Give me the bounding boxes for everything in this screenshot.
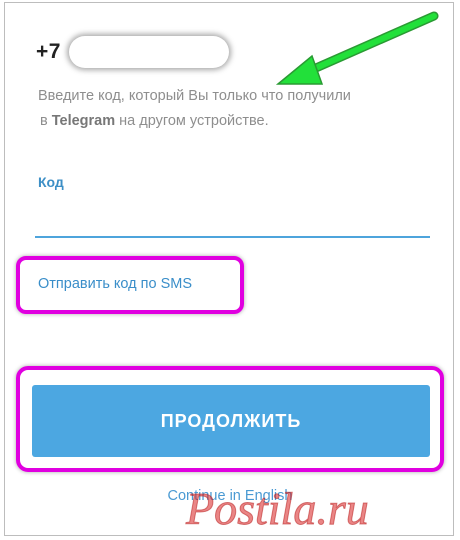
continue-button[interactable]: ПРОДОЛЖИТЬ <box>32 385 430 457</box>
phone-number: +7 <box>36 35 229 69</box>
instruction-line-2: в Telegram на другом устройстве. <box>38 109 438 134</box>
send-sms-link[interactable]: Отправить код по SMS <box>38 276 192 292</box>
instruction-line-1: Введите код, который Вы только что получ… <box>38 88 351 104</box>
telegram-app-name: Telegram <box>51 113 116 129</box>
code-input[interactable] <box>35 194 430 238</box>
instruction-prefix: в <box>40 113 52 129</box>
instruction-suffix: на другом устройстве. <box>115 113 269 129</box>
code-field-label: Код <box>38 174 64 190</box>
phone-redaction-blur <box>68 36 229 68</box>
instruction-text: Введите код, который Вы только что получ… <box>38 84 438 134</box>
continue-in-english-link[interactable]: Continue in English <box>0 488 460 504</box>
phone-prefix: +7 <box>36 40 61 63</box>
